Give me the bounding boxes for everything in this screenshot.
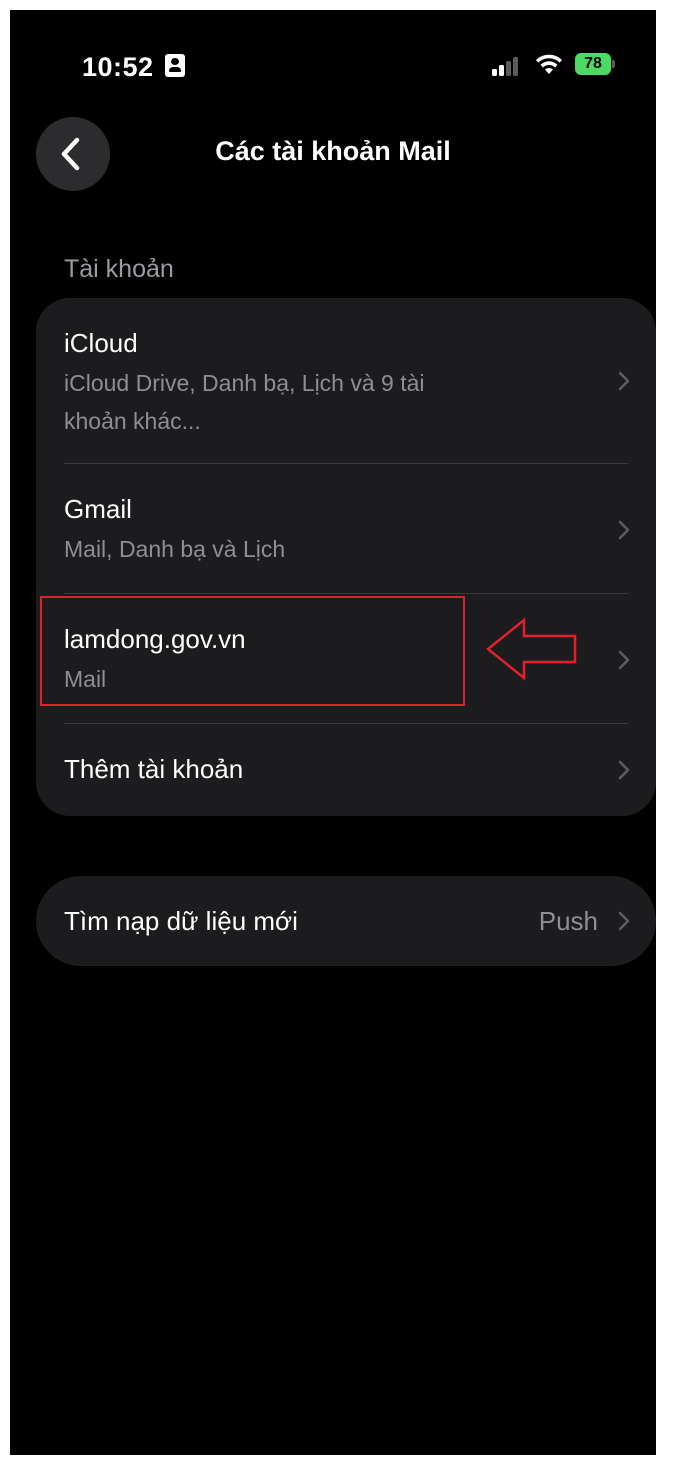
chevron-right-icon — [618, 760, 630, 780]
account-row-icloud[interactable]: iCloud iCloud Drive, Danh bạ, Lịch và 9 … — [36, 298, 656, 463]
status-time: 10:52 — [82, 52, 154, 82]
settings-screen: 10:52 78 Các tài khoản Mail Tài khoản iC… — [10, 10, 656, 1455]
chevron-right-icon — [618, 911, 630, 931]
highlight-box-annotation — [40, 596, 465, 706]
account-title: Gmail — [64, 494, 132, 524]
add-account-row[interactable]: Thêm tài khoản — [36, 724, 656, 816]
account-row-gmail[interactable]: Gmail Mail, Danh bạ và Lịch — [36, 464, 656, 593]
page-title: Các tài khoản Mail — [215, 136, 451, 166]
account-subtitle: iCloud Drive, Danh bạ, Lịch và 9 tài — [64, 370, 425, 396]
fetch-new-data-label: Tìm nạp dữ liệu mới — [64, 906, 298, 936]
chevron-right-icon — [618, 371, 630, 391]
add-account-label: Thêm tài khoản — [64, 754, 244, 784]
accounts-list: iCloud iCloud Drive, Danh bạ, Lịch và 9 … — [36, 298, 656, 816]
battery-indicator: 78 — [575, 53, 611, 75]
battery-level: 78 — [584, 55, 602, 72]
battery-tip — [612, 60, 615, 68]
fetch-new-data-row[interactable]: Tìm nạp dữ liệu mới Push — [36, 876, 656, 966]
contact-card-icon — [165, 54, 185, 77]
cellular-signal-icon — [492, 56, 520, 76]
chevron-right-icon — [618, 520, 630, 540]
account-subtitle-continued: khoản khác... — [64, 408, 201, 434]
section-header-accounts: Tài khoản — [64, 255, 174, 283]
fetch-new-data-value: Push — [538, 906, 598, 936]
wifi-icon — [536, 54, 562, 74]
account-title: iCloud — [64, 328, 138, 358]
account-subtitle: Mail, Danh bạ và Lịch — [64, 536, 286, 562]
chevron-right-icon — [618, 650, 630, 670]
left-arrow-outline-icon — [486, 617, 577, 681]
